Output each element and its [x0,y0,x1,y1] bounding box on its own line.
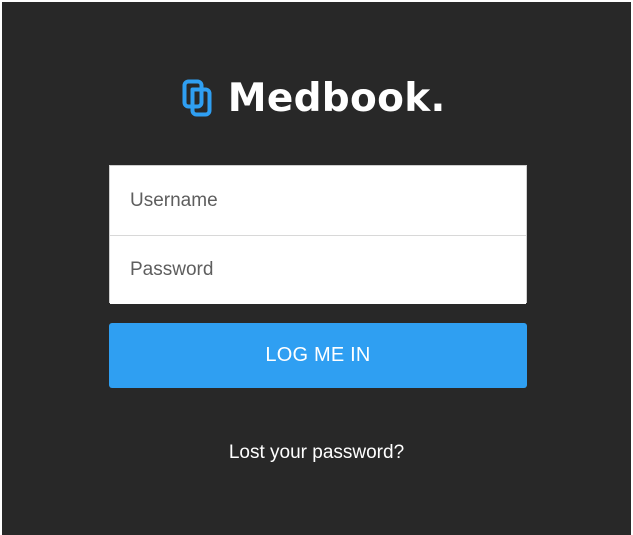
brand-name: Medbook [227,75,431,121]
medbook-logo-icon [182,79,212,117]
brand-header: Medbook. [2,72,631,124]
log-me-in-button[interactable]: LOG ME IN [109,323,527,388]
brand-dot: . [430,75,446,121]
username-input[interactable] [110,167,526,235]
lost-password-link[interactable]: Lost your password? [2,442,631,464]
credentials-box [109,165,527,304]
password-input[interactable] [110,236,526,304]
login-panel: Medbook. LOG ME IN Lost your password? [2,2,631,535]
